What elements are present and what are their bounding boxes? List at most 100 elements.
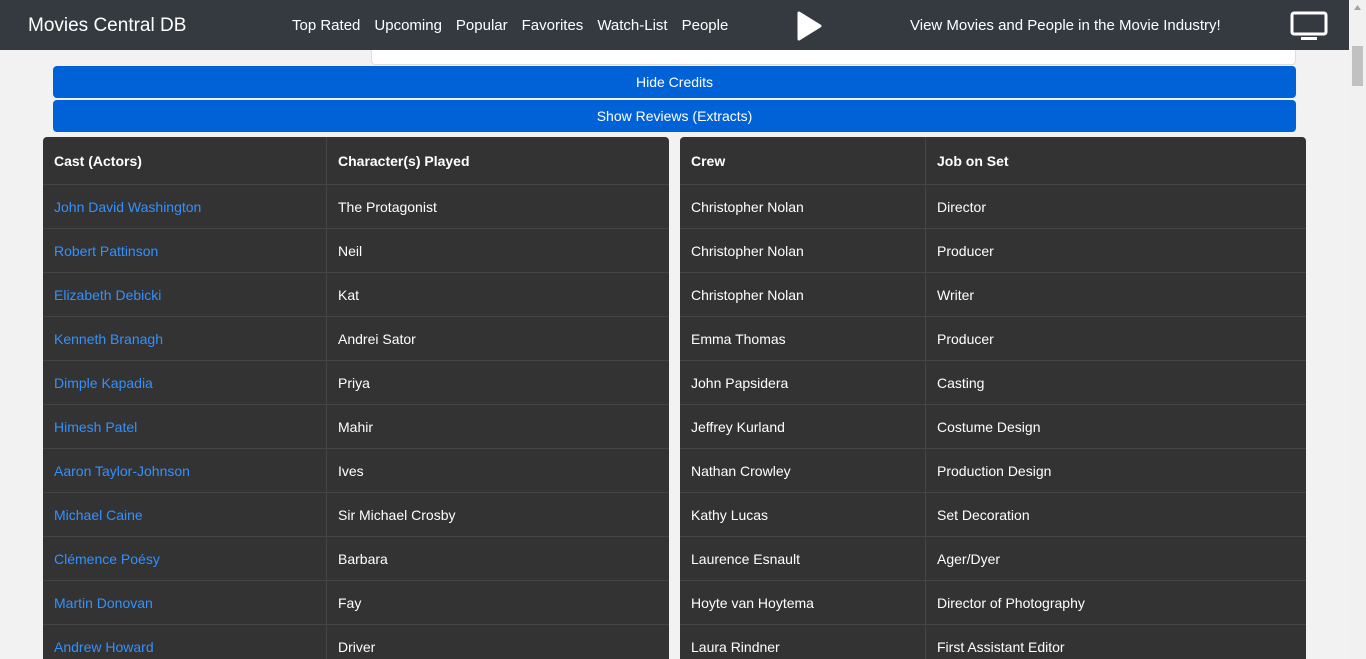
crew-table-body: Christopher Nolan Director Christopher Nol… (680, 185, 1306, 659)
brand-logo[interactable]: Movies Central DB (28, 15, 186, 37)
actor-link[interactable]: Himesh Patel (54, 419, 137, 435)
cast-row-name-cell: John David Washington (43, 185, 327, 228)
nav-people[interactable]: People (682, 17, 729, 34)
cast-row-name-cell: Martin Donovan (43, 581, 327, 624)
tagline: View Movies and People in the Movie Indu… (910, 17, 1221, 34)
crew-row-name-cell: Christopher Nolan (680, 273, 926, 316)
crew-row: Nathan Crowley Production Design (680, 449, 1306, 493)
cast-table-header: Cast (Actors) Character(s) Played (43, 137, 669, 185)
crew-member-name: Nathan Crowley (691, 462, 791, 479)
nav-watch-list[interactable]: Watch-List (597, 17, 667, 34)
monitor-icon (1290, 11, 1328, 40)
character-cell: The Protagonist (338, 198, 437, 215)
cast-row-name-cell: Dimple Kapadia (43, 361, 327, 404)
cast-table: Cast (Actors) Character(s) Played John D… (43, 137, 669, 659)
job-cell: Producer (937, 330, 994, 347)
crew-member-name: Laura Rindner (691, 638, 780, 655)
character-cell: Priya (338, 374, 370, 391)
crew-row: Laura Rindner First Assistant Editor (680, 625, 1306, 659)
nav-links: Top Rated Upcoming Popular Favorites Wat… (292, 17, 742, 34)
cast-row: Elizabeth Debicki Kat (43, 273, 669, 317)
actor-link[interactable]: Kenneth Branagh (54, 331, 163, 347)
character-cell: Barbara (338, 550, 388, 567)
show-reviews-button[interactable]: Show Reviews (Extracts) (53, 100, 1296, 132)
cast-row-name-cell: Robert Pattinson (43, 229, 327, 272)
cast-row: Himesh Patel Mahir (43, 405, 669, 449)
crew-row-name-cell: Emma Thomas (680, 317, 926, 360)
cast-row-name-cell: Elizabeth Debicki (43, 273, 327, 316)
cast-row: Aaron Taylor-Johnson Ives (43, 449, 669, 493)
job-cell: Writer (937, 286, 975, 303)
actor-link[interactable]: John David Washington (54, 199, 201, 215)
crew-member-name: Laurence Esnault (691, 550, 800, 567)
actor-link[interactable]: Dimple Kapadia (54, 375, 153, 391)
actor-link[interactable]: Robert Pattinson (54, 243, 158, 259)
job-cell: Director (937, 198, 987, 215)
cast-row: Kenneth Branagh Andrei Sator (43, 317, 669, 361)
crew-row-name-cell: Laurence Esnault (680, 537, 926, 580)
crew-row-name-cell: Christopher Nolan (680, 185, 926, 228)
character-cell: Sir Michael Crosby (338, 506, 456, 523)
job-cell: Casting (937, 374, 985, 391)
cast-row: Dimple Kapadia Priya (43, 361, 669, 405)
actor-link[interactable]: Elizabeth Debicki (54, 287, 161, 303)
crew-row: Christopher Nolan Producer (680, 229, 1306, 273)
page-background (0, 50, 371, 65)
crew-row-name-cell: Jeffrey Kurland (680, 405, 926, 448)
crew-header: Crew (680, 137, 926, 184)
cast-row: Andrew Howard Driver (43, 625, 669, 659)
crew-member-name: Emma Thomas (691, 330, 786, 347)
actor-link[interactable]: Aaron Taylor-Johnson (54, 463, 190, 479)
hide-credits-button[interactable]: Hide Credits (53, 66, 1296, 98)
nav-popular[interactable]: Popular (456, 17, 508, 34)
job-cell: Producer (937, 242, 994, 259)
crew-row: Hoyte van Hoytema Director of Photography (680, 581, 1306, 625)
navbar: Movies Central DB Top Rated Upcoming Pop… (0, 0, 1349, 50)
nav-top-rated[interactable]: Top Rated (292, 17, 360, 34)
crew-row-name-cell: Kathy Lucas (680, 493, 926, 536)
cast-row-name-cell: Aaron Taylor-Johnson (43, 449, 327, 492)
crew-row-name-cell: Nathan Crowley (680, 449, 926, 492)
character-cell: Driver (338, 638, 376, 655)
actor-link[interactable]: Michael Caine (54, 507, 143, 523)
nav-upcoming[interactable]: Upcoming (374, 17, 442, 34)
crew-row-name-cell: Laura Rindner (680, 625, 926, 659)
crew-row: Kathy Lucas Set Decoration (680, 493, 1306, 537)
job-cell: First Assistant Editor (937, 638, 1065, 655)
crew-row-name-cell: John Papsidera (680, 361, 926, 404)
crew-row: Christopher Nolan Director (680, 185, 1306, 229)
cast-header: Cast (Actors) (43, 137, 327, 184)
actor-link[interactable]: Clémence Poésy (54, 551, 160, 567)
character-cell: Kat (338, 286, 360, 303)
crew-member-name: Kathy Lucas (691, 506, 769, 523)
cast-table-body: John David Washington The Protagonist Robe… (43, 185, 669, 659)
crew-member-name: Christopher Nolan (691, 286, 804, 303)
crew-table: Crew Job on Set Christopher Nolan Directo… (680, 137, 1306, 659)
scrollbar-thumb[interactable] (1352, 46, 1363, 86)
crew-row: John Papsidera Casting (680, 361, 1306, 405)
cast-row: Clémence Poésy Barbara (43, 537, 669, 581)
crew-member-name: John Papsidera (691, 374, 789, 391)
character-header: Character(s) Played (338, 152, 470, 169)
nav-favorites[interactable]: Favorites (522, 17, 584, 34)
cast-row-name-cell: Andrew Howard (43, 625, 327, 659)
actor-link[interactable]: Andrew Howard (54, 639, 154, 655)
cast-row: John David Washington The Protagonist (43, 185, 669, 229)
cast-row-name-cell: Kenneth Branagh (43, 317, 327, 360)
job-header: Job on Set (937, 152, 1009, 169)
crew-row-name-cell: Hoyte van Hoytema (680, 581, 926, 624)
actor-link[interactable]: Martin Donovan (54, 595, 153, 611)
crew-member-name: Christopher Nolan (691, 198, 804, 215)
page-scrollbar[interactable] (1349, 0, 1366, 659)
job-cell: Production Design (937, 462, 1052, 479)
crew-table-header: Crew Job on Set (680, 137, 1306, 185)
cast-row-name-cell: Clémence Poésy (43, 537, 327, 580)
scroll-up-arrow-icon[interactable] (1353, 4, 1362, 12)
crew-row: Laurence Esnault Ager/Dyer (680, 537, 1306, 581)
crew-member-name: Jeffrey Kurland (691, 418, 785, 435)
character-cell: Fay (338, 594, 362, 611)
character-cell: Mahir (338, 418, 374, 435)
cast-row: Robert Pattinson Neil (43, 229, 669, 273)
job-cell: Set Decoration (937, 506, 1030, 523)
crew-member-name: Hoyte van Hoytema (691, 594, 814, 611)
